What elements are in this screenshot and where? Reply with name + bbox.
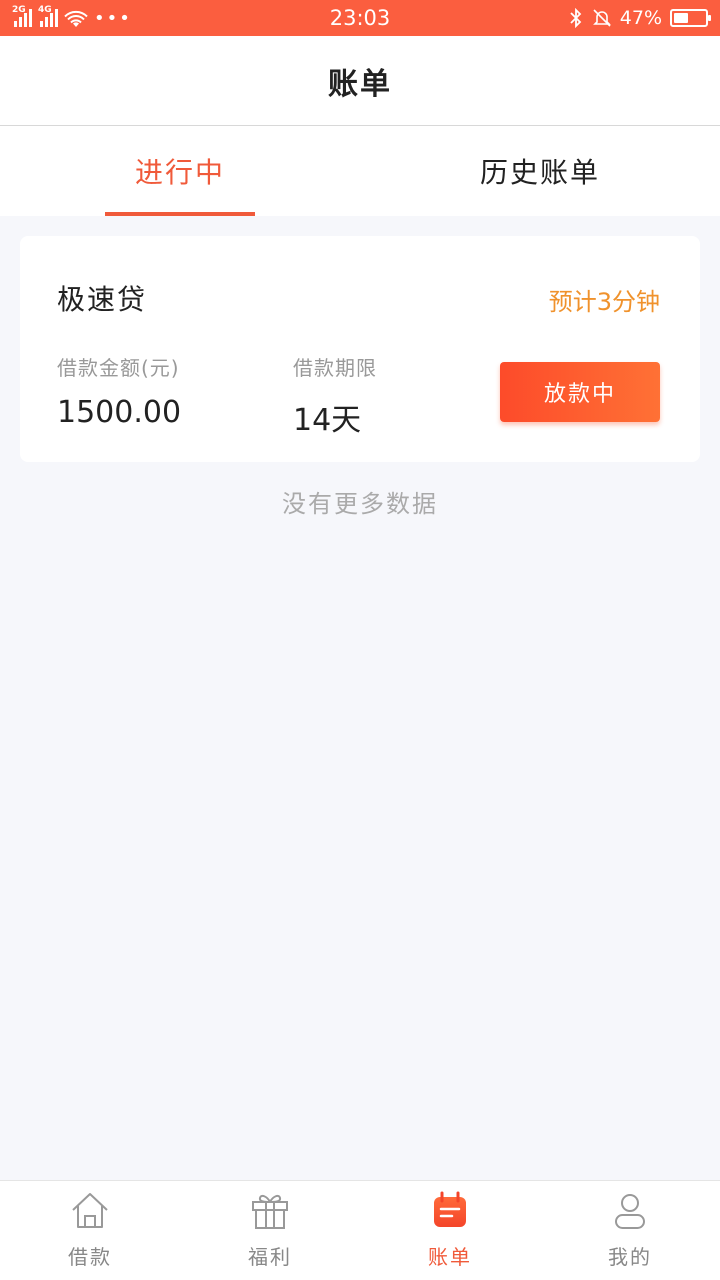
- more-notifications-icon: •••: [94, 7, 132, 29]
- page-title: 账单: [328, 66, 392, 102]
- nav-label: 我的: [608, 1245, 652, 1269]
- nav-item-mine[interactable]: 我的: [540, 1181, 720, 1280]
- term-block: 借款期限 14天: [293, 352, 377, 439]
- app-header: 账单: [0, 36, 720, 126]
- nav-item-bills[interactable]: 账单: [360, 1181, 540, 1280]
- loan-product-name: 极速贷: [57, 283, 148, 316]
- status-bar: 2G 4G ••• 23:03 47%: [0, 0, 720, 36]
- term-value: 14天: [293, 403, 362, 438]
- status-left: 2G 4G •••: [12, 5, 132, 29]
- bluetooth-icon: [570, 8, 582, 28]
- amount-value: 1500.00: [57, 395, 182, 430]
- amount-block: 借款金额(元) 1500.00: [57, 352, 181, 430]
- tab-bar: 进行中 历史账单: [0, 126, 720, 216]
- user-icon: [615, 1194, 645, 1229]
- wifi-icon: [64, 9, 88, 27]
- status-right: 47%: [568, 7, 711, 29]
- home-icon: [72, 1193, 108, 1228]
- bottom-nav: 借款 福利 账单 我的: [0, 1180, 720, 1280]
- nav-label: 账单: [428, 1245, 472, 1269]
- battery-percent: 47%: [619, 7, 662, 29]
- amount-label: 借款金额(元): [57, 356, 180, 380]
- disbursing-status-button[interactable]: 放款中: [500, 362, 660, 422]
- nav-label: 福利: [248, 1245, 292, 1269]
- signal-icon: 2G: [12, 5, 32, 27]
- no-more-data-hint: 没有更多数据: [282, 490, 438, 518]
- signal-icon: 4G: [38, 5, 58, 27]
- tab-history-bills[interactable]: 历史账单: [360, 126, 720, 216]
- bill-icon: [434, 1191, 466, 1227]
- gift-icon: [252, 1194, 288, 1229]
- nav-item-welfare[interactable]: 福利: [180, 1181, 360, 1280]
- nav-item-loan[interactable]: 借款: [0, 1181, 180, 1280]
- loan-card[interactable]: 极速贷 预计3分钟 借款金额(元) 1500.00 借款期限 14天 放款中: [20, 236, 700, 462]
- tab-in-progress[interactable]: 进行中: [0, 126, 360, 216]
- mute-bell-icon: [592, 9, 611, 27]
- battery-icon: [670, 9, 711, 27]
- term-label: 借款期限: [293, 356, 377, 380]
- nav-label: 借款: [68, 1245, 112, 1269]
- network-type-label: 2G: [12, 5, 26, 15]
- network-type-label: 4G: [38, 5, 52, 15]
- loan-eta: 预计3分钟: [548, 288, 660, 316]
